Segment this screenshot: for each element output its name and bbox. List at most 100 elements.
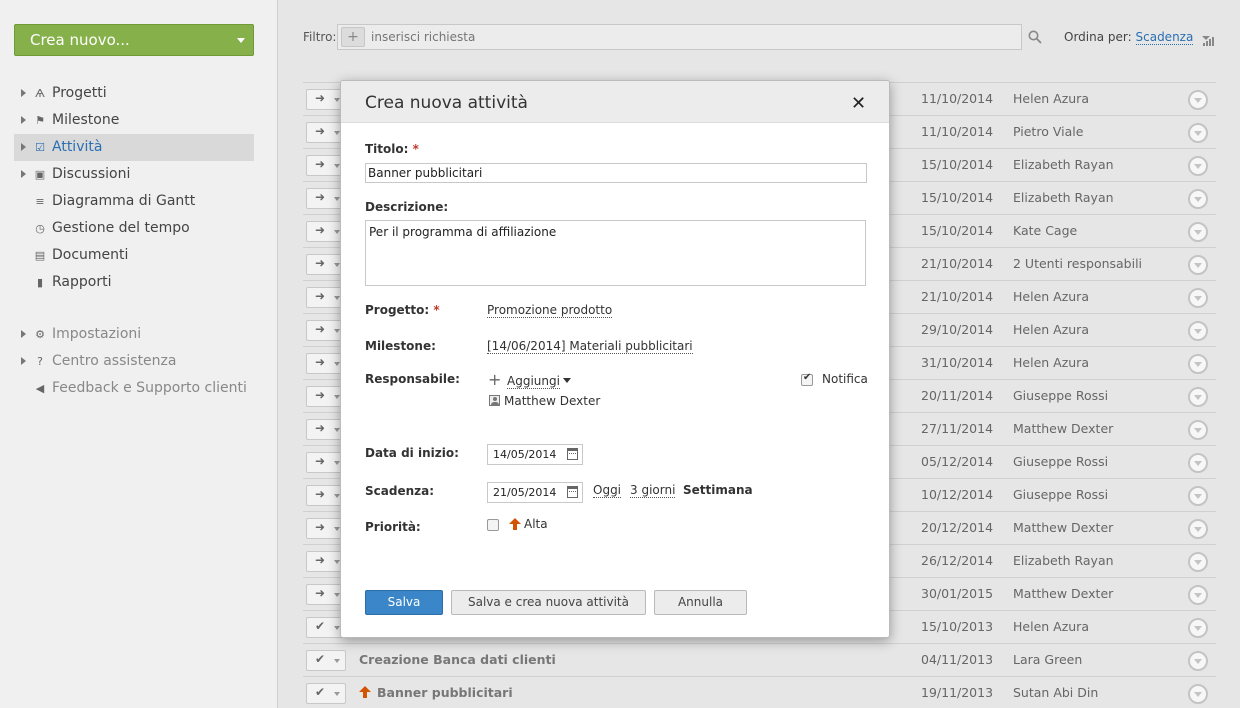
flag-icon: ⚑	[35, 114, 45, 127]
filter-label: Filtro:	[303, 30, 337, 44]
sidebar-item-milestone[interactable]: ⚑ Milestone	[14, 107, 254, 134]
save-button[interactable]: Salva	[365, 590, 443, 615]
sidebar-item-documenti[interactable]: ▤ Documenti	[14, 242, 254, 269]
due-date-field[interactable]: 21/05/2014	[487, 482, 583, 503]
calendar-icon[interactable]	[567, 486, 578, 498]
task-menu-icon[interactable]	[1188, 585, 1208, 605]
sidebar-item-rapporti[interactable]: ▮ Rapporti	[14, 269, 254, 296]
task-menu-icon[interactable]	[1188, 123, 1208, 143]
arrow-right-icon: ➜	[315, 91, 326, 105]
chevron-down-icon[interactable]	[334, 692, 340, 696]
expand-arrow-icon[interactable]	[21, 170, 26, 178]
task-action-button[interactable]: ✔	[306, 650, 346, 671]
chevron-down-icon[interactable]	[334, 659, 340, 663]
task-menu-icon[interactable]	[1188, 486, 1208, 506]
task-row[interactable]: ✔ Banner pubblicitari 19/11/2013 Sutan Abi …	[303, 676, 1216, 708]
sort-order-icon[interactable]	[1203, 31, 1215, 46]
task-title[interactable]: Banner pubblicitari	[377, 685, 513, 700]
task-action-button[interactable]: ✔	[306, 683, 346, 704]
task-due-date: 29/10/2014	[921, 322, 994, 337]
sidebar-item-label: Impostazioni	[52, 326, 142, 342]
arrow-right-icon: ➜	[315, 355, 326, 369]
high-priority-icon	[509, 518, 521, 530]
start-date-field[interactable]: 14/05/2014	[487, 444, 583, 465]
task-menu-icon[interactable]	[1188, 651, 1208, 671]
due-3days-link[interactable]: 3 giorni	[630, 483, 676, 498]
task-menu-icon[interactable]	[1188, 288, 1208, 308]
sidebar-item-attivit[interactable]: ☑ Attività	[14, 134, 254, 161]
due-date-label: Scadenza:	[365, 484, 435, 498]
search-icon[interactable]	[1028, 30, 1042, 44]
sort-label: Ordina per:	[1064, 30, 1132, 44]
sidebar-item-label: Centro assistenza	[52, 353, 177, 369]
task-responsible: Matthew Dexter	[1013, 520, 1114, 535]
milestone-selector[interactable]: [14/06/2014] Materiali pubblicitari	[487, 339, 693, 354]
expand-arrow-icon[interactable]	[21, 357, 26, 365]
expand-arrow-icon[interactable]	[21, 89, 26, 97]
sidebar-item-progetti[interactable]: Ѧ Progetti	[14, 80, 254, 107]
task-menu-icon[interactable]	[1188, 90, 1208, 110]
task-responsible: Elizabeth Rayan	[1013, 190, 1114, 205]
sidebar-item-discussioni[interactable]: ▣ Discussioni	[14, 161, 254, 188]
sidebar-item-centro-assistenza[interactable]: ? Centro assistenza	[14, 348, 254, 375]
task-menu-icon[interactable]	[1188, 354, 1208, 374]
sidebar-nav: Ѧ Progetti ⚑ Milestone ☑ Attività ▣ Discussioni…	[14, 80, 254, 402]
sidebar-item-gestione-del-tempo[interactable]: ◷ Gestione del tempo	[14, 215, 254, 242]
expand-arrow-icon[interactable]	[21, 143, 26, 151]
due-today-link[interactable]: Oggi	[593, 483, 622, 498]
task-row[interactable]: ✔ Creazione Banca dati clienti 04/11/2013 L…	[303, 643, 1216, 676]
arrow-right-icon: ➜	[315, 190, 326, 204]
task-responsible: Pietro Viale	[1013, 124, 1084, 139]
sidebar-item-impostazioni[interactable]: ⚙ Impostazioni	[14, 321, 254, 348]
high-priority-icon	[359, 686, 371, 698]
add-filter-icon[interactable]: +	[341, 27, 365, 47]
description-field[interactable]: Per il programma di affiliazione	[365, 220, 866, 286]
sort-value[interactable]: Scadenza	[1135, 30, 1194, 45]
expand-arrow-icon[interactable]	[21, 330, 26, 338]
sort-control[interactable]: Ordina per: Scadenza	[1064, 30, 1211, 45]
task-due-date: 11/10/2014	[921, 91, 994, 106]
task-menu-icon[interactable]	[1188, 420, 1208, 440]
task-responsible: Helen Azura	[1013, 619, 1089, 634]
calendar-icon[interactable]	[567, 448, 578, 460]
task-menu-icon[interactable]	[1188, 684, 1208, 704]
task-menu-icon[interactable]	[1188, 222, 1208, 242]
task-menu-icon[interactable]	[1188, 156, 1208, 176]
cancel-button[interactable]: Annulla	[654, 590, 747, 615]
task-responsible: Sutan Abi Din	[1013, 685, 1099, 700]
save-and-new-button[interactable]: Salva e crea nuova attività	[451, 590, 646, 615]
task-menu-icon[interactable]	[1188, 387, 1208, 407]
sidebar-item-diagramma-di-gantt[interactable]: ≡ Diagramma di Gantt	[14, 188, 254, 215]
task-due-date: 31/10/2014	[921, 355, 994, 370]
question-icon: ?	[37, 355, 43, 368]
create-new-button[interactable]: Crea nuovo...	[14, 24, 254, 56]
arrow-right-icon: ➜	[315, 157, 326, 171]
filter-input[interactable]	[371, 25, 971, 49]
task-title[interactable]: Creazione Banca dati clienti	[359, 652, 556, 667]
task-menu-icon[interactable]	[1188, 255, 1208, 275]
task-menu-icon[interactable]	[1188, 321, 1208, 341]
plus-icon[interactable]: +	[488, 370, 501, 389]
sidebar-item-feedback-e-supporto-clienti[interactable]: ◀ Feedback e Supporto clienti	[14, 375, 254, 402]
task-due-date: 30/01/2015	[921, 586, 994, 601]
filter-field[interactable]: +	[337, 24, 1022, 50]
expand-arrow-icon[interactable]	[21, 116, 26, 124]
task-menu-icon[interactable]	[1188, 618, 1208, 638]
priority-checkbox[interactable]	[487, 519, 499, 531]
arrow-right-icon: ➜	[315, 289, 326, 303]
task-responsible: Helen Azura	[1013, 355, 1089, 370]
task-menu-icon[interactable]	[1188, 519, 1208, 539]
due-week-link[interactable]: Settimana	[683, 483, 753, 497]
close-icon[interactable]: ✕	[851, 93, 866, 114]
notify-checkbox[interactable]	[801, 372, 813, 386]
project-selector[interactable]: Promozione prodotto	[487, 303, 613, 318]
task-menu-icon[interactable]	[1188, 453, 1208, 473]
add-responsible-link[interactable]: Aggiungi	[507, 374, 560, 389]
document-icon: ▤	[34, 249, 46, 262]
task-menu-icon[interactable]	[1188, 189, 1208, 209]
chevron-down-icon[interactable]	[563, 378, 571, 383]
title-field[interactable]	[365, 163, 867, 183]
dialog-title: Crea nuova attività	[365, 93, 528, 113]
checkmark-icon: ✔	[315, 619, 326, 633]
task-menu-icon[interactable]	[1188, 552, 1208, 572]
